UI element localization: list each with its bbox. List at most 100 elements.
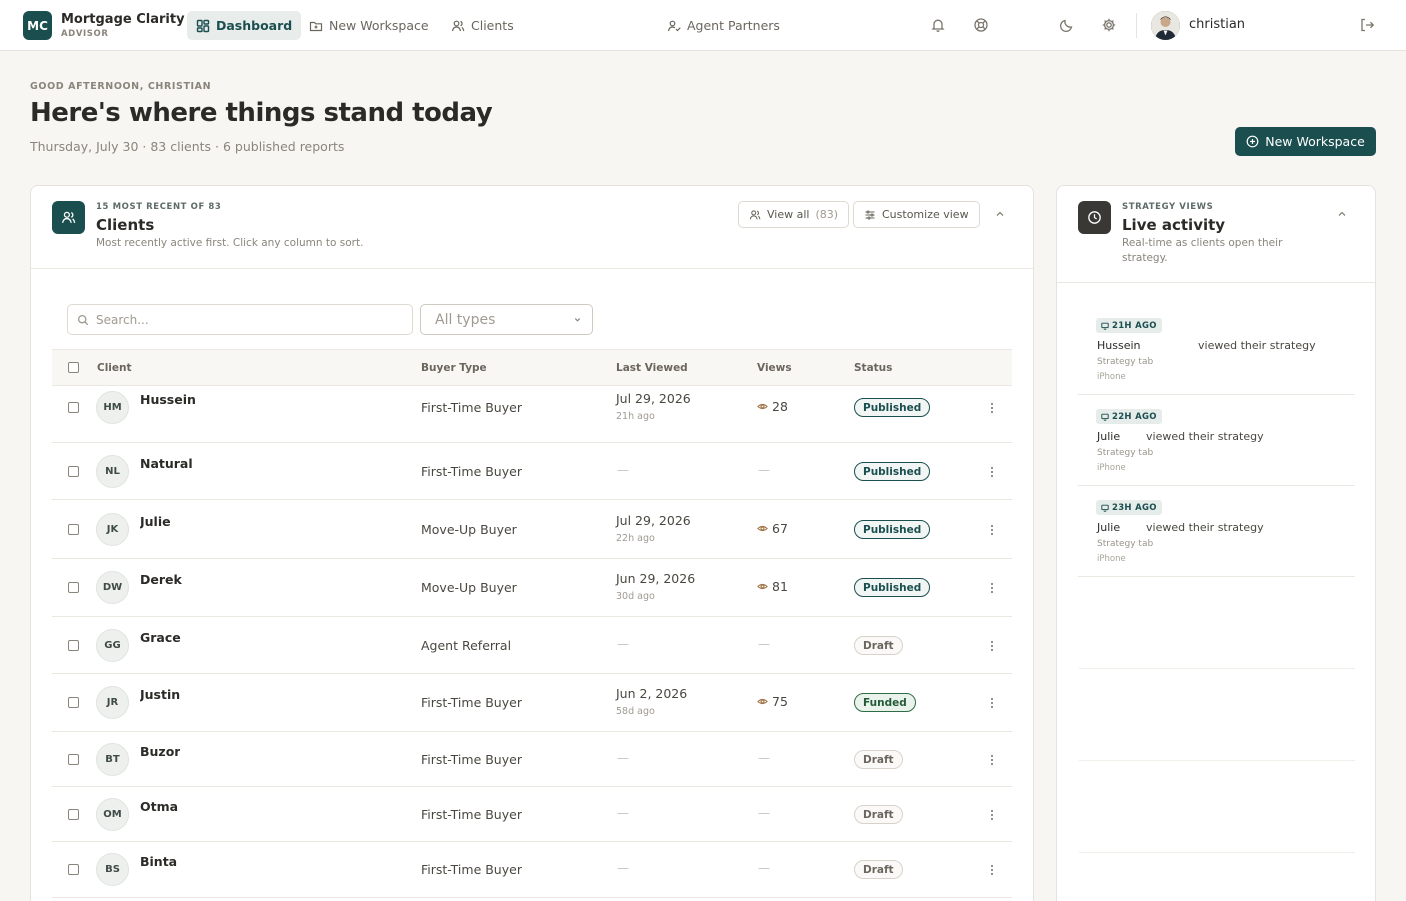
buyer-type-selected: All types (435, 311, 496, 328)
customize-view-button[interactable]: Customize view (853, 201, 980, 228)
new-workspace-button-label: New Workspace (1265, 134, 1365, 149)
nav-clients-label: Clients (471, 18, 514, 33)
activity-client-name: Hussein (1097, 339, 1141, 352)
client-name[interactable]: Justin (140, 687, 180, 702)
more-options-icon[interactable] (990, 524, 994, 536)
buyer-type: First-Time Buyer (421, 400, 522, 415)
activity-card-title: Live activity (1122, 216, 1226, 234)
activity-item[interactable]: 23H AGO Julie viewed their strategy Strateg… (1078, 486, 1355, 577)
clients-card-title: Clients (96, 216, 155, 234)
brand-subtitle: ADVISOR (61, 29, 109, 39)
more-options-icon[interactable] (990, 466, 994, 478)
buyer-type: First-Time Buyer (421, 807, 522, 822)
customize-view-label: Customize view (882, 208, 969, 221)
row-checkbox[interactable] (68, 754, 79, 765)
more-options-icon[interactable] (990, 697, 994, 709)
table-row[interactable]: OM Otma First-Time Buyer — — Draft (52, 787, 1012, 842)
users-icon (749, 209, 761, 219)
table-row[interactable]: BS Binta First-Time Buyer — — Draft (52, 842, 1012, 898)
buyer-type-select[interactable]: All types (420, 304, 593, 335)
feed-divider (1079, 668, 1355, 669)
activity-tab: Strategy tab (1097, 448, 1154, 458)
activity-item[interactable]: 22H AGO Julie viewed their strategy Strateg… (1078, 395, 1355, 486)
activity-client-name: Julie (1097, 521, 1121, 534)
client-name[interactable]: Binta (140, 854, 177, 869)
table-row[interactable]: DW Derek Move-Up Buyer Jun 29, 2026 30d ago 8… (52, 559, 1012, 617)
gear-icon[interactable] (1101, 17, 1117, 33)
status-badge: Published (854, 462, 931, 481)
eye-icon (757, 583, 768, 590)
more-options-icon[interactable] (990, 582, 994, 594)
select-all-checkbox[interactable] (68, 362, 79, 373)
last-viewed-date: Jul 29, 2026 (616, 513, 691, 528)
nav-new-workspace[interactable]: New Workspace (300, 11, 438, 40)
client-name[interactable]: Buzor (140, 744, 180, 759)
user-avatar[interactable] (1151, 11, 1180, 40)
table-row[interactable]: HM Hussein First-Time Buyer Jul 29, 2026 21h… (52, 373, 1012, 443)
bell-icon[interactable] (930, 17, 946, 33)
page-subtitle: Thursday, July 30 · 83 clients · 6 publi… (30, 139, 345, 154)
last-viewed-empty: — (617, 806, 629, 820)
chevron-up-icon[interactable] (1336, 208, 1348, 220)
view-count-value: 75 (772, 694, 788, 709)
row-checkbox[interactable] (68, 809, 79, 820)
logout-icon[interactable] (1359, 17, 1375, 33)
row-checkbox[interactable] (68, 697, 79, 708)
client-name[interactable]: Otma (140, 799, 178, 814)
table-row[interactable]: JK Julie Move-Up Buyer Jul 29, 2026 22h ago 6… (52, 500, 1012, 559)
client-name[interactable]: Derek (140, 572, 182, 587)
chevron-up-icon[interactable] (994, 208, 1006, 220)
view-all-button[interactable]: View all (83) (738, 201, 850, 228)
client-avatar: HM (96, 391, 129, 424)
status-badge: Published (854, 520, 931, 539)
activity-action: viewed their strategy (1198, 339, 1316, 352)
more-options-icon[interactable] (990, 640, 994, 652)
activity-action: viewed their strategy (1146, 521, 1264, 534)
nav-agent-partners-label: Agent Partners (687, 18, 780, 33)
row-checkbox[interactable] (68, 524, 79, 535)
brand-name: Mortgage Clarity (61, 12, 185, 27)
nav-clients[interactable]: Clients (442, 11, 523, 40)
activity-item[interactable]: 21H AGO Hussein viewed their strategy Strat… (1078, 304, 1355, 395)
user-name[interactable]: christian (1189, 17, 1245, 32)
row-checkbox[interactable] (68, 640, 79, 651)
client-search-input[interactable]: Search... (67, 304, 413, 335)
last-viewed-ago: 58d ago (616, 706, 655, 717)
client-name[interactable]: Hussein (140, 392, 196, 407)
table-row[interactable]: JR Justin First-Time Buyer Jun 2, 2026 58d a… (52, 674, 1012, 732)
client-avatar: OM (96, 798, 129, 831)
more-options-icon[interactable] (990, 402, 994, 414)
client-name[interactable]: Natural (140, 456, 193, 471)
row-checkbox[interactable] (68, 864, 79, 875)
nav-dashboard[interactable]: Dashboard (187, 11, 302, 40)
nav-agent-partners[interactable]: Agent Partners (658, 11, 789, 40)
more-options-icon[interactable] (990, 809, 994, 821)
buyer-type: First-Time Buyer (421, 862, 522, 877)
status-badge: Draft (854, 805, 903, 824)
row-checkbox[interactable] (68, 402, 79, 413)
help-lifebuoy-icon[interactable] (973, 17, 989, 33)
table-row[interactable]: BT Buzor First-Time Buyer — — Draft (52, 732, 1012, 787)
activity-time: 22H AGO (1112, 411, 1157, 422)
row-checkbox[interactable] (68, 466, 79, 477)
status-badge: Funded (854, 693, 916, 712)
moon-icon[interactable] (1059, 17, 1075, 33)
view-count: 75 (757, 694, 788, 709)
new-workspace-button[interactable]: New Workspace (1235, 127, 1376, 156)
client-avatar: JK (96, 513, 129, 546)
clients-card-icon (52, 201, 85, 234)
view-count: 28 (757, 399, 788, 414)
status-badge: Published (854, 578, 931, 597)
more-options-icon[interactable] (990, 864, 994, 876)
buyer-type: Move-Up Buyer (421, 522, 517, 537)
table-row[interactable]: GG Grace Agent Referral — — Draft (52, 617, 1012, 674)
row-checkbox[interactable] (68, 582, 79, 593)
client-name[interactable]: Julie (140, 514, 171, 529)
page-title: Here's where things stand today (30, 98, 493, 128)
more-options-icon[interactable] (990, 754, 994, 766)
search-icon (77, 314, 89, 325)
table-row[interactable]: NL Natural First-Time Buyer — — Published (52, 443, 1012, 500)
client-name[interactable]: Grace (140, 630, 181, 645)
views-empty: — (758, 637, 770, 651)
brand-logo[interactable]: MC (23, 11, 52, 40)
